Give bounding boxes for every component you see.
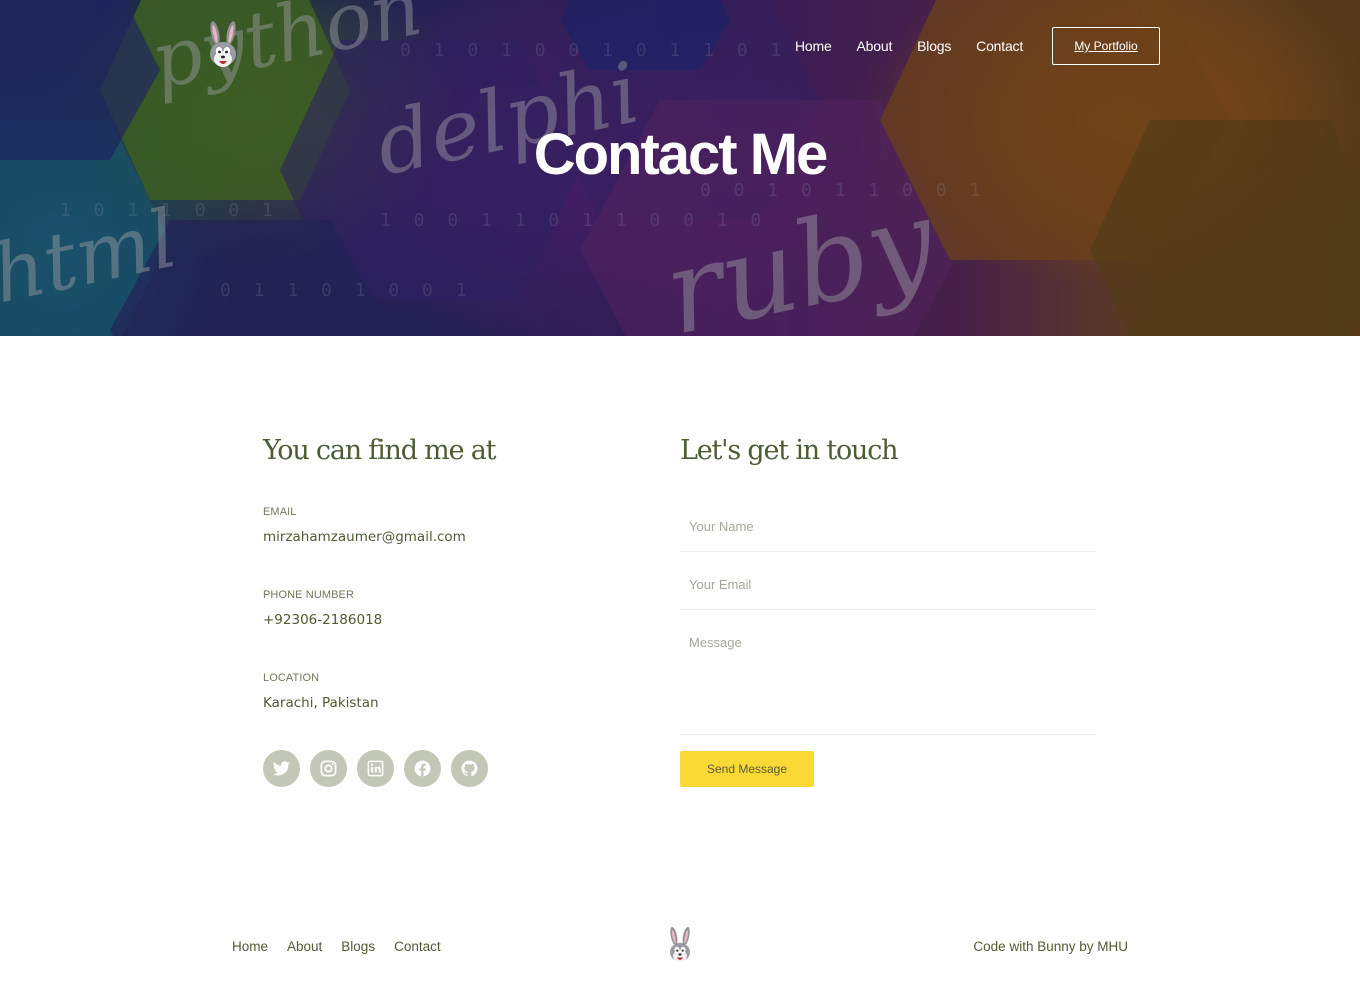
footer-blogs-link[interactable]: Blogs — [341, 938, 375, 956]
github-icon — [461, 760, 478, 777]
location-info: LOCATION Karachi, Pakistan — [263, 671, 379, 713]
location-value: Karachi, Pakistan — [263, 695, 379, 711]
name-field-wrapper — [680, 519, 1096, 552]
nav-contact-link[interactable]: Contact — [976, 37, 1023, 55]
footer-credit: Code with Bunny by MHU — [973, 939, 1128, 954]
phone-info: PHONE NUMBER +92306-2186018 — [263, 588, 382, 630]
twitter-icon — [272, 761, 291, 776]
social-links — [263, 750, 498, 787]
email-value: mirzahamzaumer@gmail.com — [263, 529, 466, 545]
hero-banner: 0 1 0 1 0 0 1 0 1 1 0 1 1 0 0 1 1 0 1 1 … — [0, 0, 1360, 336]
page-title: Contact Me — [533, 122, 829, 187]
contact-info-heading: You can find me at — [263, 435, 496, 466]
phone-label: PHONE NUMBER — [263, 589, 355, 601]
nav-about-link[interactable]: About — [857, 37, 893, 55]
footer-home-link[interactable]: Home — [232, 938, 268, 956]
instagram-icon — [320, 760, 337, 777]
twitter-link[interactable] — [263, 750, 300, 787]
facebook-link[interactable] — [404, 750, 441, 787]
linkedin-link[interactable] — [357, 750, 394, 787]
my-portfolio-button[interactable]: My Portfolio — [1052, 27, 1160, 65]
email-input[interactable] — [689, 577, 1096, 592]
linkedin-icon — [367, 760, 384, 777]
main-nav: Home About Blogs Contact — [795, 37, 1048, 55]
email-field-wrapper — [680, 577, 1096, 610]
nav-blogs-link[interactable]: Blogs — [917, 37, 951, 55]
bunny-mascot-icon[interactable] — [664, 926, 696, 966]
name-input[interactable] — [689, 519, 1096, 534]
footer-nav: Home About Blogs Contact — [232, 938, 460, 956]
email-label: EMAIL — [263, 506, 297, 518]
message-textarea[interactable] — [689, 635, 1096, 695]
phone-value: +92306-2186018 — [263, 612, 383, 628]
nav-home-link[interactable]: Home — [795, 37, 832, 55]
location-label: LOCATION — [263, 672, 320, 684]
bunny-mascot-icon[interactable] — [203, 20, 243, 72]
footer-contact-link[interactable]: Contact — [394, 938, 441, 956]
contact-info-section: You can find me at EMAIL mirzahamzaumer@… — [263, 432, 623, 787]
facebook-icon — [414, 760, 431, 777]
email-info: EMAIL mirzahamzaumer@gmail.com — [263, 505, 466, 547]
contact-form-heading: Let's get in touch — [680, 435, 899, 466]
github-link[interactable] — [451, 750, 488, 787]
contact-form-section: Let's get in touch Send Message — [680, 432, 1096, 787]
instagram-link[interactable] — [310, 750, 347, 787]
message-field-wrapper — [680, 635, 1096, 735]
send-message-button[interactable]: Send Message — [680, 751, 814, 787]
footer-about-link[interactable]: About — [287, 938, 322, 956]
